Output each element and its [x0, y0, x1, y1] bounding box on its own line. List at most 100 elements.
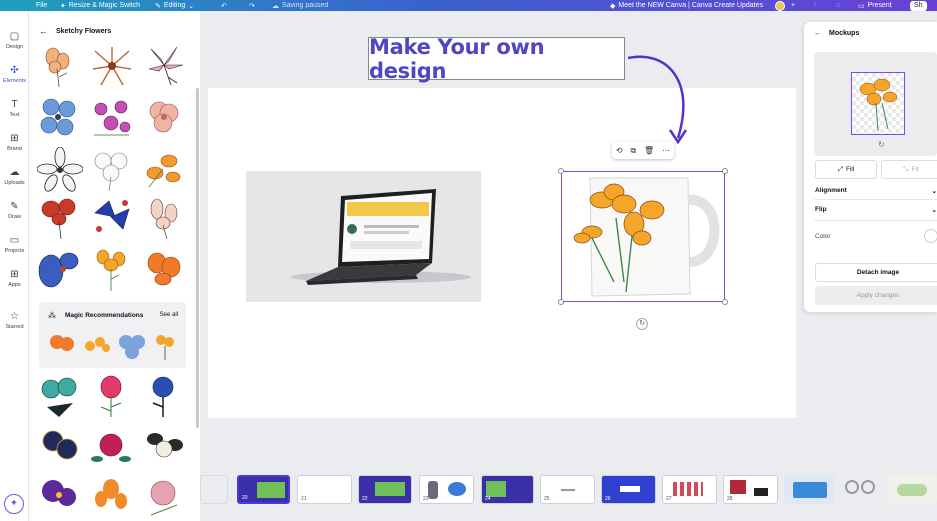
- flower-graphic[interactable]: [37, 147, 83, 193]
- see-all-link[interactable]: See all: [160, 312, 178, 318]
- flower-graphic[interactable]: [141, 425, 187, 471]
- rail-item-projects[interactable]: ▭ Projects: [0, 229, 29, 259]
- monitor-icon: ▭: [858, 2, 865, 10]
- page-thumbnail[interactable]: [838, 475, 884, 504]
- page-thumbnail[interactable]: 24: [481, 475, 534, 504]
- back-arrow-icon[interactable]: ←: [39, 26, 48, 36]
- flower-graphic[interactable]: [89, 425, 135, 471]
- mug-image: [573, 177, 720, 297]
- recommended-flower[interactable]: [82, 332, 112, 358]
- recommended-flower[interactable]: [151, 330, 179, 362]
- page-thumbnail[interactable]: 28: [723, 475, 778, 504]
- resize-handle[interactable]: [722, 299, 728, 305]
- rail-item-elements[interactable]: ✣ Elements: [0, 59, 29, 89]
- pencil-icon: ✎: [155, 2, 161, 10]
- redo-icon[interactable]: ↷: [249, 0, 255, 11]
- flower-graphic[interactable]: [89, 247, 135, 293]
- resize-handle[interactable]: [558, 168, 564, 174]
- present-button[interactable]: ▭ Present: [858, 0, 892, 11]
- flower-graphic[interactable]: [89, 95, 135, 141]
- alignment-row[interactable]: Alignment ⌄: [815, 187, 937, 195]
- flower-graphic[interactable]: [141, 247, 187, 293]
- headline: Make Your own design: [369, 34, 545, 83]
- page-thumbnail[interactable]: [200, 475, 228, 504]
- document-title[interactable]: ◆ Meet the NEW Canva | Canva Create Updat…: [610, 0, 763, 11]
- element-context-menu: ⟲ ⧉ 🗑 ⋯: [612, 142, 674, 159]
- panel-header: ← Sketchy Flowers: [29, 21, 200, 41]
- analytics-icon[interactable]: ⫶: [814, 0, 816, 11]
- flower-graphic[interactable]: [141, 195, 187, 241]
- color-swatch[interactable]: [924, 229, 937, 243]
- flower-graphic[interactable]: [89, 147, 135, 193]
- rotate-handle-icon[interactable]: ↻: [636, 318, 648, 330]
- star-icon: ☆: [10, 310, 19, 322]
- recommended-flower[interactable]: [116, 330, 148, 362]
- flower-graphic[interactable]: [37, 425, 83, 471]
- detach-image-button[interactable]: Detach image: [815, 263, 937, 282]
- page-thumbnail[interactable]: 20: [237, 475, 290, 504]
- page-thumbnail[interactable]: [784, 475, 834, 504]
- mug-mockup[interactable]: [561, 171, 725, 302]
- rail-item-uploads[interactable]: ☁ Uploads: [0, 161, 29, 191]
- resize-handle[interactable]: [558, 299, 564, 305]
- recommended-flower[interactable]: [47, 330, 77, 360]
- flower-graphic[interactable]: [89, 195, 135, 241]
- avatar[interactable]: [775, 0, 785, 11]
- magic-assistant-button[interactable]: ✦: [4, 494, 24, 514]
- page-thumbnail[interactable]: 23: [419, 475, 474, 504]
- rail-item-brand[interactable]: ⊞ Brand: [0, 127, 29, 157]
- comment-icon[interactable]: ◌: [836, 0, 840, 11]
- flower-graphic[interactable]: [89, 475, 135, 521]
- sparkle-icon: ✦: [9, 498, 19, 509]
- apply-changes-button[interactable]: Apply changes: [815, 286, 937, 305]
- file-menu[interactable]: File: [36, 0, 47, 11]
- flower-graphic[interactable]: [141, 43, 187, 89]
- rotate-icon[interactable]: ↻: [878, 140, 885, 149]
- page-thumbnail[interactable]: 22: [358, 475, 412, 504]
- editing-mode-button[interactable]: ✎ Editing ⌄: [155, 0, 194, 11]
- headline-text-box[interactable]: Make Your own design: [368, 34, 625, 83]
- flower-graphic[interactable]: [141, 95, 187, 141]
- resize-handle[interactable]: [722, 168, 728, 174]
- page-thumbnail[interactable]: 26: [601, 475, 656, 504]
- chevron-down-icon: ⌄: [188, 2, 195, 10]
- rail-item-text[interactable]: T Text: [0, 93, 29, 123]
- page-thumbnail[interactable]: 21: [297, 475, 352, 504]
- panel-scrollbar[interactable]: [196, 88, 199, 428]
- rail-item-draw[interactable]: ✎ Draw: [0, 195, 29, 225]
- curved-arrow-icon: [627, 55, 688, 145]
- fit-button[interactable]: ⤡ Fit: [881, 160, 937, 179]
- undo-icon[interactable]: ↶: [221, 0, 227, 11]
- page-thumbnail[interactable]: [888, 475, 937, 504]
- top-bar: File ✦ Resize & Magic Switch ✎ Editing ⌄ ↶ …: [0, 0, 937, 11]
- back-arrow-icon[interactable]: ←: [814, 30, 821, 37]
- share-button[interactable]: Sh: [910, 0, 927, 11]
- magic-edit-icon[interactable]: ⟲: [616, 146, 623, 155]
- flower-graphic[interactable]: [37, 373, 83, 419]
- flip-row[interactable]: Flip ⌄: [815, 206, 937, 214]
- rail-item-apps[interactable]: ⊞ Apps: [0, 263, 29, 293]
- flower-graphic[interactable]: [89, 373, 135, 419]
- add-collaborator-icon[interactable]: +: [791, 0, 795, 11]
- image-crop-area[interactable]: [851, 72, 905, 135]
- flower-graphic[interactable]: [141, 147, 187, 193]
- page-thumbnail[interactable]: 25: [540, 475, 595, 504]
- flower-graphic[interactable]: [89, 43, 135, 89]
- flower-graphic[interactable]: [37, 43, 83, 89]
- laptop-mockup[interactable]: [246, 171, 481, 302]
- rail-item-design[interactable]: ▢ Design: [0, 25, 29, 55]
- flower-graphic[interactable]: [37, 247, 83, 293]
- flower-graphic[interactable]: [37, 195, 83, 241]
- duplicate-icon[interactable]: ⧉: [630, 146, 636, 156]
- flower-graphic[interactable]: [37, 475, 83, 521]
- flower-graphic[interactable]: [37, 95, 83, 141]
- flower-graphic[interactable]: [141, 475, 187, 521]
- more-icon[interactable]: ⋯: [662, 146, 670, 155]
- trash-icon[interactable]: 🗑: [644, 146, 654, 155]
- layout-icon: ▢: [9, 30, 20, 42]
- rail-item-starred[interactable]: ☆ Starred: [0, 305, 29, 335]
- page-thumbnail[interactable]: 27: [662, 475, 717, 504]
- fill-button[interactable]: ⤢ Fill: [815, 160, 877, 179]
- resize-magic-switch-button[interactable]: ✦ Resize & Magic Switch: [60, 0, 140, 11]
- flower-graphic[interactable]: [141, 373, 187, 419]
